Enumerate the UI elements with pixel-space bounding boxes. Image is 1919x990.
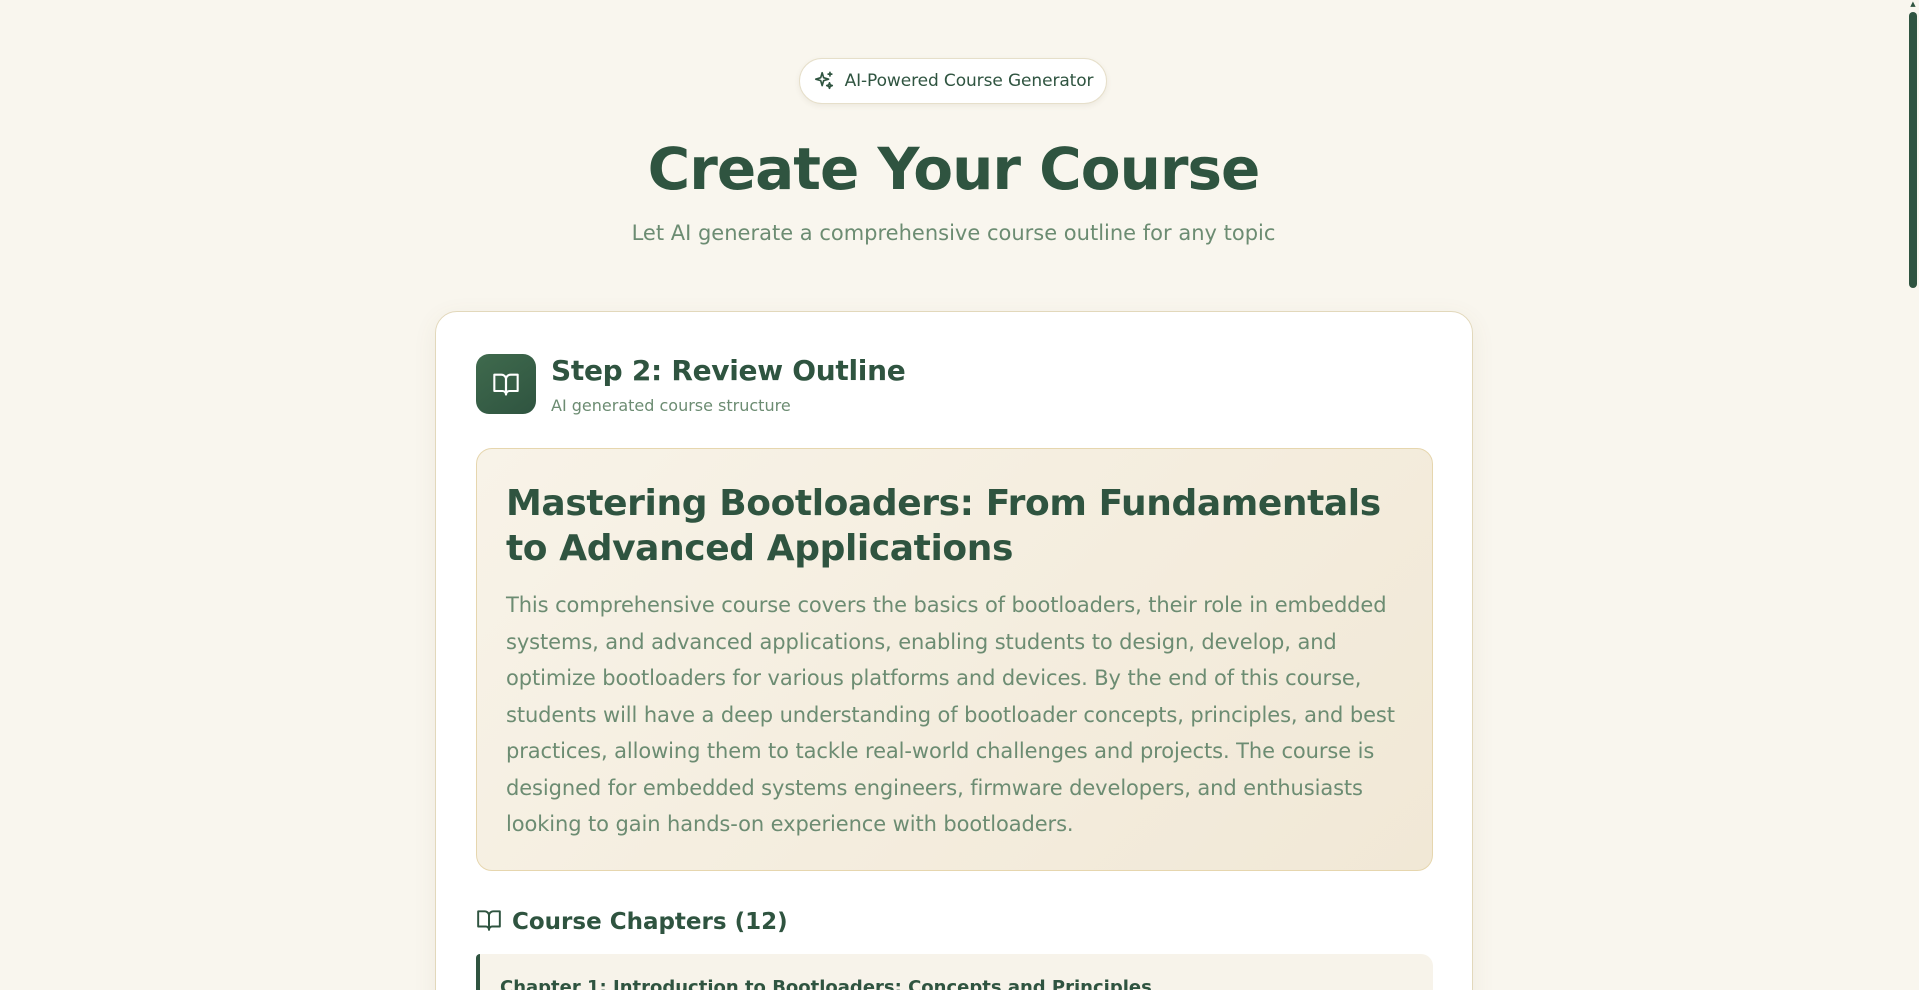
page-title: Create Your Course bbox=[647, 135, 1261, 203]
page-subtitle: Let AI generate a comprehensive course o… bbox=[631, 221, 1276, 245]
course-title: Mastering Bootloaders: From Fundamentals… bbox=[506, 483, 1381, 569]
scrollbar-thumb[interactable] bbox=[1909, 12, 1917, 288]
chapters-heading: Course Chapters (12) bbox=[476, 906, 788, 938]
book-open-icon bbox=[476, 907, 502, 937]
step-subtitle: AI generated course structure bbox=[551, 396, 791, 415]
course-summary: Mastering Bootloaders: From Fundamentals… bbox=[476, 448, 1433, 871]
sparkles-icon bbox=[813, 70, 835, 92]
ai-powered-badge: AI-Powered Course Generator bbox=[799, 58, 1107, 104]
page: AI-Powered Course Generator Create Your … bbox=[0, 0, 1919, 990]
scroll-up-arrow-icon[interactable]: ▲ bbox=[1909, 0, 1917, 8]
chapter-title: Chapter 1: Introduction to Bootloaders: … bbox=[500, 977, 1152, 990]
scrollbar[interactable]: ▲ bbox=[1907, 0, 1919, 990]
badge-label: AI-Powered Course Generator bbox=[844, 71, 1094, 91]
outline-card: Step 2: Review Outline AI generated cour… bbox=[435, 311, 1473, 990]
course-description: This comprehensive course covers the bas… bbox=[506, 593, 1395, 836]
chapter-item[interactable]: Chapter 1: Introduction to Bootloaders: … bbox=[476, 954, 1433, 990]
chapters-label: Course Chapters (12) bbox=[512, 909, 788, 935]
step-title: Step 2: Review Outline bbox=[551, 354, 906, 387]
book-open-icon bbox=[476, 354, 536, 414]
